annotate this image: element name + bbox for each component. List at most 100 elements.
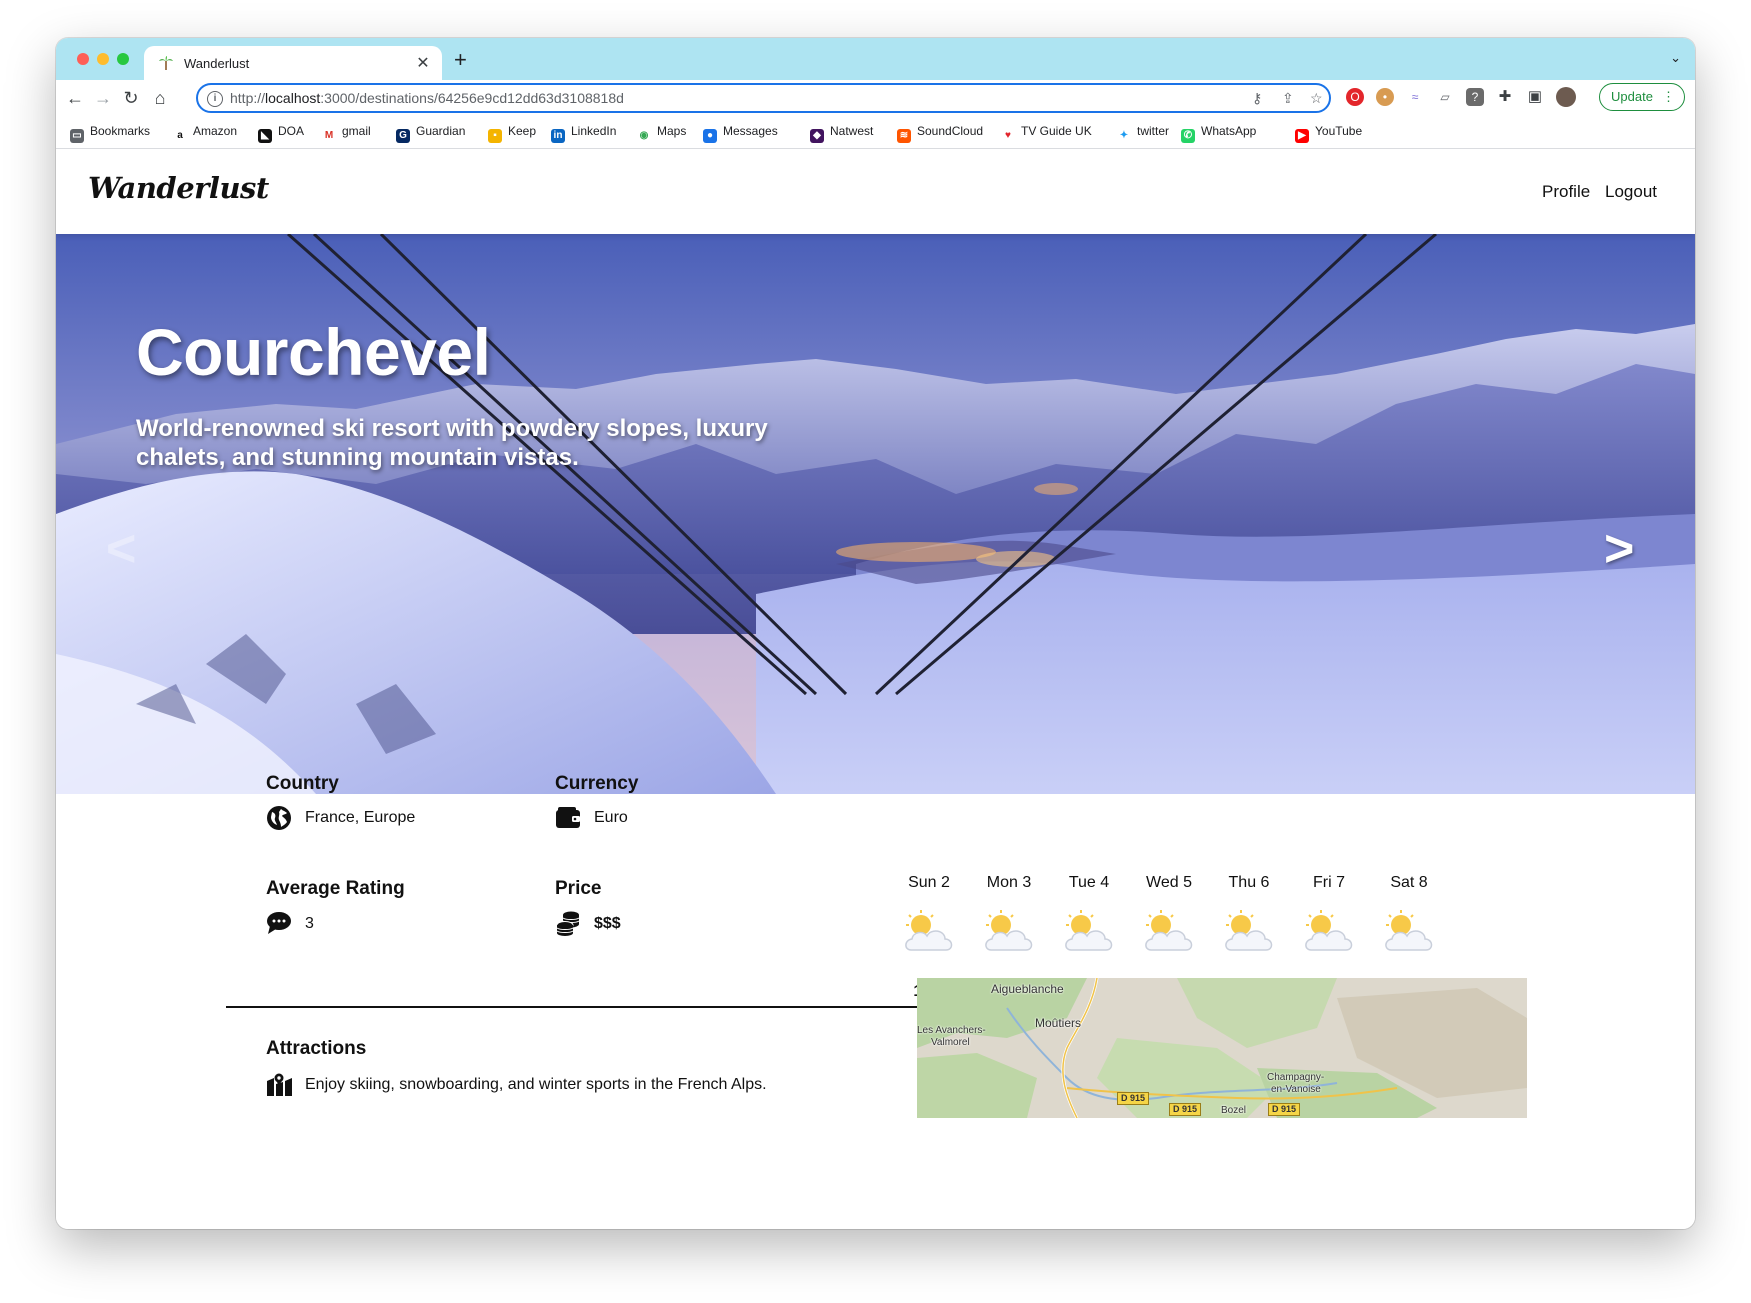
destination-description: World-renowned ski resort with powdery s… bbox=[136, 415, 768, 471]
bookmark-label: gmail bbox=[342, 124, 371, 138]
bookmark-label: Keep bbox=[508, 124, 537, 138]
share-icon[interactable]: ⇪ bbox=[1282, 90, 1294, 107]
forward-arrow-icon[interactable]: → bbox=[94, 89, 112, 107]
guardian-icon: G bbox=[396, 129, 410, 143]
bookmark-star-icon[interactable]: ☆ bbox=[1310, 90, 1323, 107]
new-tab-button[interactable]: + bbox=[454, 47, 467, 73]
partly-cloudy-icon bbox=[981, 908, 1037, 958]
price-value: $$$ bbox=[594, 915, 621, 932]
forecast-day: Thu 6 bbox=[1228, 874, 1270, 891]
site-logo[interactable]: Wanderlust bbox=[88, 171, 269, 205]
cookie-extension-icon[interactable]: • bbox=[1376, 88, 1394, 106]
twitter-icon: ✦ bbox=[1117, 129, 1131, 143]
wave-extension-icon[interactable]: ≈ bbox=[1406, 88, 1424, 106]
bookmark-doa[interactable]: ◣ DOA bbox=[258, 124, 304, 143]
minimize-window-button[interactable] bbox=[97, 53, 109, 65]
palm-tree-icon bbox=[159, 56, 173, 70]
messages-icon: ● bbox=[703, 129, 717, 143]
logout-link[interactable]: Logout bbox=[1605, 182, 1657, 202]
tab-close-icon[interactable]: ✕ bbox=[414, 53, 432, 73]
bookmark-twitter[interactable]: ✦ twitter bbox=[1117, 124, 1169, 143]
tab-title: Wanderlust bbox=[184, 56, 250, 71]
keep-icon: ▪ bbox=[488, 129, 502, 143]
rating-value: 3 bbox=[305, 915, 314, 932]
currency-value: Euro bbox=[594, 809, 628, 826]
coins-icon bbox=[556, 911, 580, 936]
map-label: Moûtiers bbox=[1035, 1016, 1082, 1030]
bookmark-amazon[interactable]: a Amazon bbox=[173, 124, 237, 143]
bookmark-soundcloud[interactable]: ≋ SoundCloud bbox=[897, 124, 983, 143]
partly-cloudy-icon bbox=[1061, 908, 1117, 958]
folder-icon: ▭ bbox=[70, 129, 84, 143]
tvguide-icon: ♥ bbox=[1001, 129, 1015, 143]
bookmark-messages[interactable]: ● Messages bbox=[703, 124, 778, 143]
browser-toolbar: ← → ↻ ⌂ i http://localhost:3000/destinat… bbox=[56, 80, 1695, 116]
bookmark-youtube[interactable]: ▶ YouTube bbox=[1295, 124, 1362, 143]
reload-icon[interactable]: ↻ bbox=[122, 89, 140, 107]
home-icon[interactable]: ⌂ bbox=[151, 89, 169, 107]
destination-title: Courchevel bbox=[136, 315, 491, 389]
puzzle-extensions-icon[interactable]: ✚ bbox=[1496, 88, 1514, 106]
bookmark-label: SoundCloud bbox=[917, 124, 984, 138]
hero-carousel: Courchevel World-renowned ski resort wit… bbox=[56, 234, 1695, 794]
bookmark-natwest[interactable]: ◆ Natwest bbox=[810, 124, 873, 143]
opera-extension-icon[interactable]: O bbox=[1346, 88, 1364, 106]
bookmarks-bar: ▭ Bookmarks a Amazon ◣ DOA Mgmail G Guardian ▪ Kee… bbox=[56, 116, 1695, 149]
natwest-icon: ◆ bbox=[810, 129, 824, 143]
attraction-text: Enjoy skiing, snowboarding, and winter s… bbox=[305, 1076, 767, 1093]
key-icon[interactable]: ⚷ bbox=[1252, 90, 1262, 107]
profile-link[interactable]: Profile bbox=[1542, 182, 1590, 202]
bookmark-label: Maps bbox=[657, 124, 687, 138]
bookmark-label: Natwest bbox=[830, 124, 874, 138]
question-extension-icon[interactable]: ? bbox=[1466, 88, 1484, 106]
map-terrain bbox=[917, 978, 1527, 1118]
map-label: Valmorel bbox=[931, 1037, 970, 1048]
road-shield: D 915 bbox=[1169, 1103, 1202, 1116]
close-window-button[interactable] bbox=[77, 53, 89, 65]
bookmark-gmail[interactable]: Mgmail bbox=[322, 124, 371, 143]
bookmark-label: Bookmarks bbox=[90, 124, 151, 138]
partly-cloudy-icon bbox=[1381, 908, 1437, 958]
sidepanel-icon[interactable]: ▣ bbox=[1526, 88, 1544, 106]
forecast-day: Wed 5 bbox=[1146, 874, 1192, 891]
update-button[interactable]: Update ⋮ bbox=[1599, 83, 1685, 111]
bookmark-label: WhatsApp bbox=[1201, 124, 1257, 138]
carousel-prev-button[interactable]: < bbox=[106, 519, 136, 579]
profile-avatar[interactable] bbox=[1556, 87, 1576, 107]
wallet-icon bbox=[556, 807, 580, 828]
tab-search-chevron-icon[interactable]: ⌄ bbox=[1670, 50, 1681, 66]
comments-icon bbox=[267, 912, 291, 934]
road-shield: D 915 bbox=[1117, 1092, 1150, 1105]
back-arrow-icon[interactable]: ← bbox=[66, 89, 84, 107]
bookmark-label: Messages bbox=[723, 124, 778, 138]
site-info-icon[interactable]: i bbox=[207, 91, 223, 107]
bookmark-label: TV Guide UK bbox=[1021, 124, 1092, 138]
maximize-window-button[interactable] bbox=[117, 53, 129, 65]
map-label: Les Avanchers- bbox=[917, 1025, 986, 1036]
address-bar[interactable]: i http://localhost:3000/destinations/642… bbox=[196, 83, 1331, 113]
toolbox-extension-icon[interactable]: ▱ bbox=[1436, 88, 1454, 106]
forecast-day: Fri 7 bbox=[1313, 874, 1345, 891]
bookmark-guardian[interactable]: G Guardian bbox=[396, 124, 465, 143]
currency-label: Currency bbox=[555, 773, 639, 794]
country-label: Country bbox=[266, 773, 339, 794]
location-map[interactable]: Aigueblanche Moûtiers Les Avanchers- Val… bbox=[917, 978, 1527, 1118]
bookmark-linkedin[interactable]: in LinkedIn bbox=[551, 124, 616, 143]
bookmark-keep[interactable]: ▪ Keep bbox=[488, 124, 536, 143]
carousel-next-button[interactable]: > bbox=[1604, 519, 1634, 579]
forecast-day: Sat 8 bbox=[1390, 874, 1428, 891]
bookmark-tv-guide-uk[interactable]: ♥ TV Guide UK bbox=[1001, 124, 1092, 143]
kebab-menu-icon: ⋮ bbox=[1662, 89, 1675, 104]
whatsapp-icon: ✆ bbox=[1181, 129, 1195, 143]
bookmark-whatsapp[interactable]: ✆ WhatsApp bbox=[1181, 124, 1256, 143]
bookmark-maps[interactable]: ◉ Maps bbox=[637, 124, 686, 143]
soundcloud-icon: ≋ bbox=[897, 129, 911, 143]
bookmark-label: Amazon bbox=[193, 124, 238, 138]
bookmark-bookmarks[interactable]: ▭ Bookmarks bbox=[70, 124, 150, 143]
browser-tab[interactable]: Wanderlust ✕ bbox=[144, 46, 442, 80]
rating-label: Average Rating bbox=[266, 878, 405, 899]
bookmark-label: DOA bbox=[278, 124, 305, 138]
attractions-title: Attractions bbox=[266, 1038, 367, 1059]
map-label: Bozel bbox=[1221, 1105, 1247, 1116]
tab-strip: Wanderlust ✕ + ⌄ bbox=[56, 38, 1695, 80]
